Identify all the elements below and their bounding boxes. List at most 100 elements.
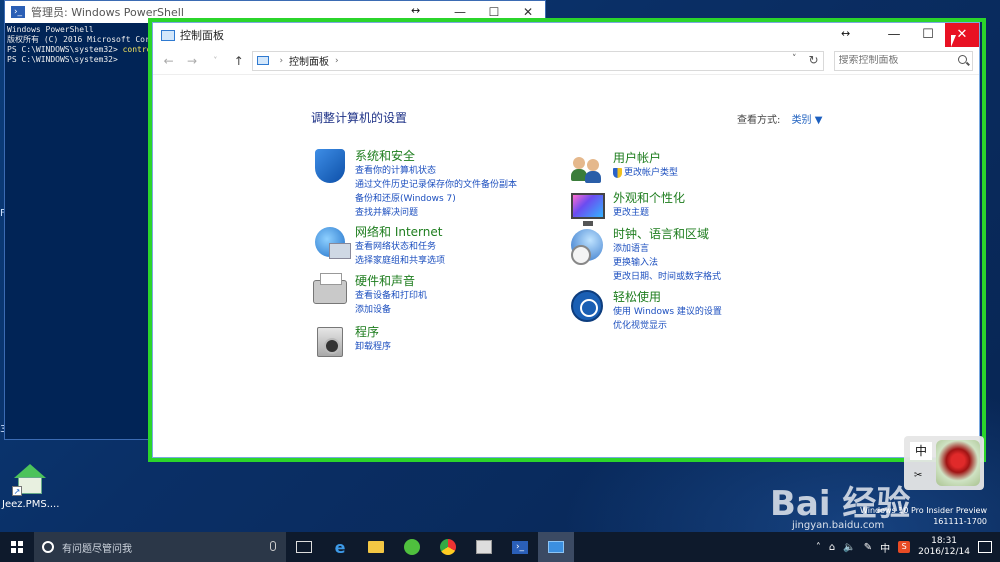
- printer-icon[interactable]: [311, 273, 351, 310]
- search-input[interactable]: [838, 55, 959, 66]
- minimize-button[interactable]: —: [877, 23, 911, 47]
- pen-icon[interactable]: ✎: [864, 542, 872, 553]
- search-box[interactable]: [833, 50, 974, 71]
- desktop-icon-label: Jeez.PMS....: [2, 499, 60, 510]
- folder-icon: [368, 541, 384, 553]
- minimize-button[interactable]: —: [443, 5, 477, 19]
- address-bar[interactable]: › 控制面板 › ˅ ↻: [252, 50, 824, 71]
- refresh-icon[interactable]: ↻: [808, 53, 818, 67]
- sogou-icon[interactable]: S: [898, 541, 911, 553]
- close-button[interactable]: ✕: [511, 5, 545, 19]
- edge-icon: e: [334, 537, 346, 557]
- category-user-accounts: 用户帐户 更改帐户类型: [569, 151, 678, 187]
- search-icon[interactable]: [958, 54, 968, 64]
- task-view-icon: [296, 541, 312, 553]
- clock-time: 18:31: [931, 536, 958, 546]
- control-panel-content: 调整计算机的设置 查看方式: 类别 ▼ 系统和安全 查看你的计算机状态 通过文件…: [153, 75, 979, 457]
- chevron-down-icon[interactable]: ˅: [792, 54, 797, 64]
- accessibility-icon[interactable]: [569, 290, 609, 326]
- back-arrow-icon[interactable]: ←: [159, 54, 178, 68]
- category-link[interactable]: 更改主题: [613, 206, 685, 220]
- category-link[interactable]: 查找并解决问题: [355, 206, 517, 220]
- taskbar-file-explorer[interactable]: [358, 532, 394, 562]
- category-link[interactable]: 卸载程序: [355, 340, 391, 354]
- category-link[interactable]: 添加语言: [613, 242, 721, 256]
- ime-settings-icon[interactable]: ✂: [914, 470, 922, 481]
- category-title[interactable]: 系统和安全: [355, 149, 517, 164]
- control-panel-icon: [161, 29, 175, 41]
- powershell-title: 管理员: Windows PowerShell: [31, 6, 184, 19]
- volume-icon[interactable]: 🔈: [843, 542, 855, 553]
- chevron-right-icon[interactable]: ›: [279, 56, 283, 66]
- taskbar-edge[interactable]: e: [322, 532, 358, 562]
- clock[interactable]: 18:31 2016/12/14: [918, 536, 970, 558]
- category-title[interactable]: 时钟、语言和区域: [613, 227, 721, 242]
- display-icon[interactable]: [569, 191, 609, 227]
- category-link[interactable]: 添加设备: [355, 303, 427, 317]
- image-app-icon: [476, 540, 492, 554]
- ime-mode[interactable]: 中: [910, 442, 932, 460]
- category-link[interactable]: 更改日期、时间或数字格式: [613, 270, 721, 284]
- category-title[interactable]: 外观和个性化: [613, 191, 685, 206]
- category-clock-language: 时钟、语言和区域 添加语言 更换输入法 更改日期、时间或数字格式: [569, 227, 721, 284]
- control-panel-icon: [257, 56, 270, 65]
- tray-overflow-icon[interactable]: ˄: [816, 542, 821, 553]
- category-link-text[interactable]: 更改帐户类型: [624, 166, 678, 180]
- up-arrow-icon[interactable]: ↑: [229, 54, 248, 68]
- category-title[interactable]: 硬件和声音: [355, 274, 427, 289]
- desktop: F 3 ›_ 管理员: Windows PowerShell ↔ — ☐ ✕ W…: [0, 0, 1000, 532]
- category-title[interactable]: 轻松使用: [613, 290, 722, 305]
- category-link[interactable]: 通过文件历史记录保存你的文件备份副本: [355, 178, 517, 192]
- maximize-button[interactable]: ☐: [911, 23, 945, 47]
- action-center-icon[interactable]: [978, 541, 992, 553]
- category-link[interactable]: 更换输入法: [613, 256, 721, 270]
- view-by-dropdown[interactable]: 类别 ▼: [792, 115, 823, 126]
- window-title: 控制面板: [180, 29, 224, 42]
- category-link[interactable]: 使用 Windows 建议的设置: [613, 305, 722, 319]
- category-title[interactable]: 网络和 Internet: [355, 225, 445, 240]
- resize-cursor-icon: ↔: [411, 4, 421, 17]
- category-hardware-sound: 硬件和声音 查看设备和打印机 添加设备: [311, 273, 427, 317]
- category-link[interactable]: 备份和还原(Windows 7): [355, 192, 517, 206]
- start-button[interactable]: [0, 532, 34, 562]
- forward-arrow-icon[interactable]: →: [182, 54, 201, 68]
- maximize-button[interactable]: ☐: [477, 5, 511, 19]
- taskbar-search-placeholder[interactable]: 有问题尽管问我: [62, 540, 132, 555]
- taskbar-image-app[interactable]: [466, 532, 502, 562]
- microphone-icon[interactable]: [270, 541, 276, 551]
- control-panel-window[interactable]: 控制面板 ↔ — ☐ ✕ ← → ˅ ↑ › 控制面板 › ˅ ↻ 搜索控制面板…: [152, 22, 980, 458]
- taskbar-chrome[interactable]: [430, 532, 466, 562]
- recent-dropdown-icon[interactable]: ˅: [206, 56, 225, 65]
- control-panel-titlebar[interactable]: 控制面板 ↔ — ☐ ✕: [153, 23, 979, 47]
- view-by-label: 查看方式:: [737, 115, 781, 126]
- ime-floating-bar[interactable]: 中 ✂: [904, 436, 984, 490]
- category-link[interactable]: 选择家庭组和共享选项: [355, 254, 445, 268]
- category-link[interactable]: 查看网络状态和任务: [355, 240, 445, 254]
- category-link[interactable]: 优化视觉显示: [613, 319, 722, 333]
- uac-shield-icon: [613, 168, 622, 178]
- category-title[interactable]: 程序: [355, 325, 391, 340]
- desktop-icon-jeez[interactable]: ↗ Jeez.PMS....: [2, 462, 60, 510]
- task-view-button[interactable]: [286, 532, 322, 562]
- powershell-titlebar[interactable]: ›_ 管理员: Windows PowerShell ↔ — ☐ ✕: [5, 1, 545, 23]
- clock-icon[interactable]: [569, 227, 609, 265]
- taskbar-powershell[interactable]: ›_: [502, 532, 538, 562]
- baidu-watermark-url: jingyan.baidu.com: [792, 520, 885, 531]
- category-link[interactable]: 查看你的计算机状态: [355, 164, 517, 178]
- category-programs: 程序 卸载程序: [311, 325, 391, 361]
- category-link[interactable]: 更改帐户类型: [613, 166, 678, 180]
- chevron-right-icon[interactable]: ›: [335, 56, 339, 66]
- category-title[interactable]: 用户帐户: [613, 151, 678, 166]
- taskbar-green-app[interactable]: [394, 532, 430, 562]
- view-by: 查看方式: 类别 ▼: [737, 111, 822, 126]
- network-icon[interactable]: [311, 225, 351, 261]
- taskbar-control-panel[interactable]: [538, 532, 574, 562]
- shield-icon[interactable]: [311, 149, 351, 185]
- category-link[interactable]: 查看设备和打印机: [355, 289, 427, 303]
- cortana-search-box[interactable]: 有问题尽管问我: [34, 532, 286, 562]
- breadcrumb-control-panel[interactable]: 控制面板: [289, 53, 329, 68]
- network-icon[interactable]: ⌂: [829, 542, 835, 553]
- users-icon[interactable]: [569, 151, 609, 187]
- programs-icon[interactable]: [311, 325, 351, 361]
- ime-indicator[interactable]: 中: [880, 540, 890, 555]
